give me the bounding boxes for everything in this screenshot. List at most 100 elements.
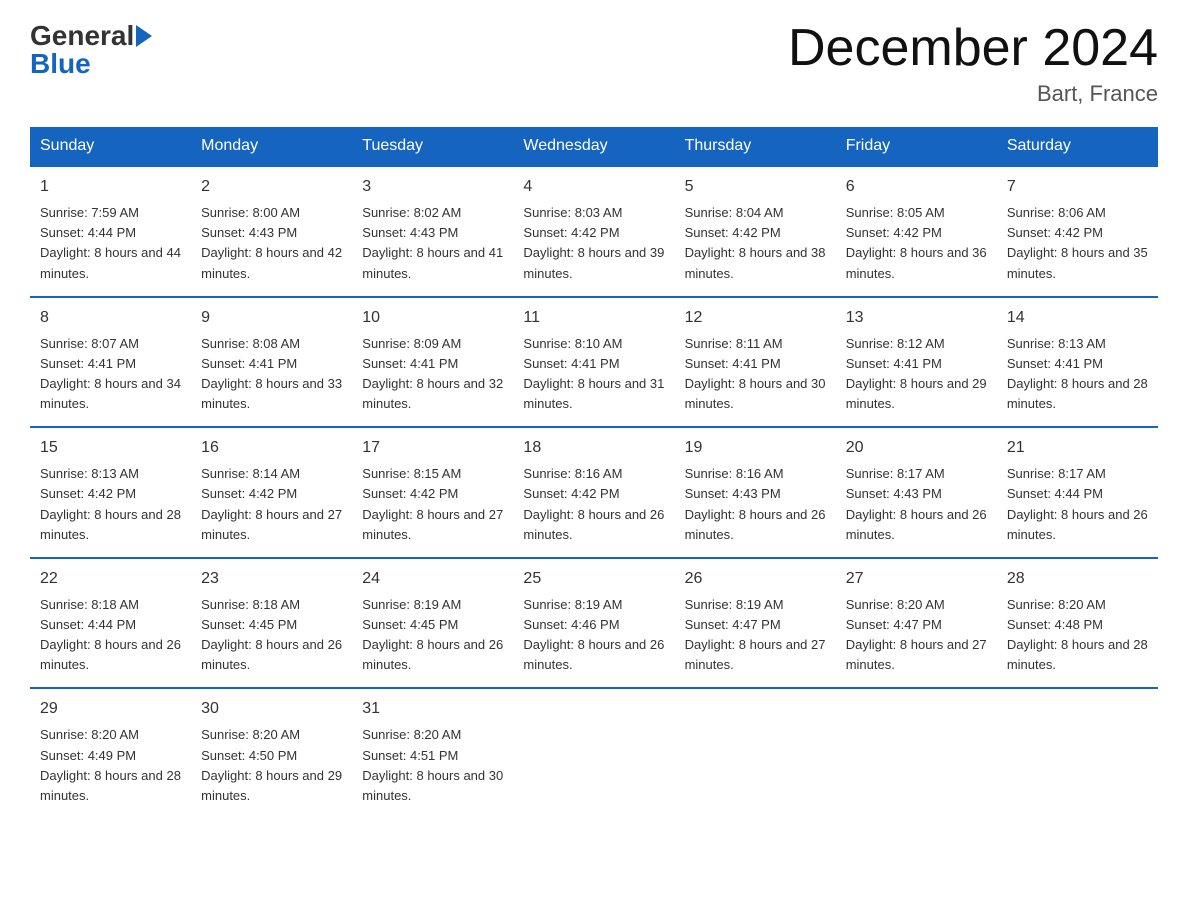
day-number: 18: [523, 436, 664, 460]
day-cell: [513, 688, 674, 818]
day-cell: 27 Sunrise: 8:20 AMSunset: 4:47 PMDayligh…: [836, 558, 997, 689]
week-row-1: 1 Sunrise: 7:59 AMSunset: 4:44 PMDaylight…: [30, 166, 1158, 297]
day-cell: 18 Sunrise: 8:16 AMSunset: 4:42 PMDayligh…: [513, 427, 674, 558]
day-cell: 10Sunrise: 8:09 AMSunset: 4:41 PMDayligh…: [352, 297, 513, 428]
calendar-table: SundayMondayTuesdayWednesdayThursdayFrid…: [30, 127, 1158, 818]
day-info: Sunrise: 8:20 AMSunset: 4:48 PMDaylight:…: [1007, 597, 1148, 672]
day-info: Sunrise: 8:05 AMSunset: 4:42 PMDaylight:…: [846, 205, 987, 280]
day-number: 20: [846, 436, 987, 460]
week-row-2: 8Sunrise: 8:07 AMSunset: 4:41 PMDaylight…: [30, 297, 1158, 428]
day-info: Sunrise: 8:03 AMSunset: 4:42 PMDaylight:…: [523, 205, 664, 280]
day-cell: 7Sunrise: 8:06 AMSunset: 4:42 PMDaylight…: [997, 166, 1158, 297]
day-info: Sunrise: 8:13 AMSunset: 4:41 PMDaylight:…: [1007, 336, 1148, 411]
day-number: 14: [1007, 306, 1148, 330]
header-saturday: Saturday: [997, 127, 1158, 166]
day-number: 22: [40, 567, 181, 591]
day-number: 15: [40, 436, 181, 460]
day-cell: 1 Sunrise: 7:59 AMSunset: 4:44 PMDaylight…: [30, 166, 191, 297]
day-info: Sunrise: 8:12 AMSunset: 4:41 PMDaylight:…: [846, 336, 987, 411]
day-cell: 26Sunrise: 8:19 AMSunset: 4:47 PMDayligh…: [675, 558, 836, 689]
day-info: Sunrise: 8:20 AMSunset: 4:49 PMDaylight:…: [40, 727, 181, 802]
day-info: Sunrise: 8:17 AMSunset: 4:44 PMDaylight:…: [1007, 466, 1148, 541]
day-number: 26: [685, 567, 826, 591]
day-info: Sunrise: 8:17 AMSunset: 4:43 PMDaylight:…: [846, 466, 987, 541]
day-cell: 3 Sunrise: 8:02 AMSunset: 4:43 PMDaylight…: [352, 166, 513, 297]
day-number: 1: [40, 175, 181, 199]
day-number: 3: [362, 175, 503, 199]
day-cell: 5 Sunrise: 8:04 AMSunset: 4:42 PMDaylight…: [675, 166, 836, 297]
day-cell: 17Sunrise: 8:15 AMSunset: 4:42 PMDayligh…: [352, 427, 513, 558]
logo-arrow-icon: [136, 25, 152, 47]
day-cell: 4 Sunrise: 8:03 AMSunset: 4:42 PMDaylight…: [513, 166, 674, 297]
day-cell: 12 Sunrise: 8:11 AMSunset: 4:41 PMDayligh…: [675, 297, 836, 428]
header-sunday: Sunday: [30, 127, 191, 166]
day-number: 13: [846, 306, 987, 330]
day-number: 27: [846, 567, 987, 591]
day-cell: 2Sunrise: 8:00 AMSunset: 4:43 PMDaylight…: [191, 166, 352, 297]
day-number: 16: [201, 436, 342, 460]
day-info: Sunrise: 8:08 AMSunset: 4:41 PMDaylight:…: [201, 336, 342, 411]
day-number: 9: [201, 306, 342, 330]
day-info: Sunrise: 8:09 AMSunset: 4:41 PMDaylight:…: [362, 336, 503, 411]
header-row: SundayMondayTuesdayWednesdayThursdayFrid…: [30, 127, 1158, 166]
day-number: 5: [685, 175, 826, 199]
page-header: General Blue December 2024 Bart, France: [30, 20, 1158, 107]
day-cell: 21 Sunrise: 8:17 AMSunset: 4:44 PMDayligh…: [997, 427, 1158, 558]
day-info: Sunrise: 8:16 AMSunset: 4:43 PMDaylight:…: [685, 466, 826, 541]
day-cell: 25Sunrise: 8:19 AMSunset: 4:46 PMDayligh…: [513, 558, 674, 689]
day-info: Sunrise: 8:07 AMSunset: 4:41 PMDaylight:…: [40, 336, 181, 411]
location: Bart, France: [788, 81, 1158, 107]
day-cell: [836, 688, 997, 818]
day-info: Sunrise: 8:04 AMSunset: 4:42 PMDaylight:…: [685, 205, 826, 280]
day-info: Sunrise: 8:02 AMSunset: 4:43 PMDaylight:…: [362, 205, 503, 280]
day-info: Sunrise: 8:20 AMSunset: 4:51 PMDaylight:…: [362, 727, 503, 802]
day-number: 19: [685, 436, 826, 460]
title-area: December 2024 Bart, France: [788, 20, 1158, 107]
day-cell: 16 Sunrise: 8:14 AMSunset: 4:42 PMDayligh…: [191, 427, 352, 558]
day-cell: 11 Sunrise: 8:10 AMSunset: 4:41 PMDayligh…: [513, 297, 674, 428]
day-number: 11: [523, 306, 664, 330]
day-info: Sunrise: 8:18 AMSunset: 4:45 PMDaylight:…: [201, 597, 342, 672]
day-info: Sunrise: 8:19 AMSunset: 4:46 PMDaylight:…: [523, 597, 664, 672]
day-number: 29: [40, 697, 181, 721]
day-info: Sunrise: 7:59 AMSunset: 4:44 PMDaylight:…: [40, 205, 181, 280]
day-cell: 24 Sunrise: 8:19 AMSunset: 4:45 PMDayligh…: [352, 558, 513, 689]
header-tuesday: Tuesday: [352, 127, 513, 166]
week-row-5: 29 Sunrise: 8:20 AMSunset: 4:49 PMDayligh…: [30, 688, 1158, 818]
header-wednesday: Wednesday: [513, 127, 674, 166]
week-row-4: 22 Sunrise: 8:18 AMSunset: 4:44 PMDayligh…: [30, 558, 1158, 689]
day-cell: 23 Sunrise: 8:18 AMSunset: 4:45 PMDayligh…: [191, 558, 352, 689]
day-cell: 6 Sunrise: 8:05 AMSunset: 4:42 PMDaylight…: [836, 166, 997, 297]
day-number: 21: [1007, 436, 1148, 460]
day-info: Sunrise: 8:19 AMSunset: 4:45 PMDaylight:…: [362, 597, 503, 672]
day-info: Sunrise: 8:16 AMSunset: 4:42 PMDaylight:…: [523, 466, 664, 541]
day-cell: 20 Sunrise: 8:17 AMSunset: 4:43 PMDayligh…: [836, 427, 997, 558]
day-info: Sunrise: 8:14 AMSunset: 4:42 PMDaylight:…: [201, 466, 342, 541]
day-number: 28: [1007, 567, 1148, 591]
day-cell: 9 Sunrise: 8:08 AMSunset: 4:41 PMDaylight…: [191, 297, 352, 428]
logo: General Blue: [30, 20, 154, 80]
month-title: December 2024: [788, 20, 1158, 77]
day-info: Sunrise: 8:13 AMSunset: 4:42 PMDaylight:…: [40, 466, 181, 541]
day-number: 31: [362, 697, 503, 721]
day-number: 24: [362, 567, 503, 591]
day-info: Sunrise: 8:15 AMSunset: 4:42 PMDaylight:…: [362, 466, 503, 541]
header-monday: Monday: [191, 127, 352, 166]
day-number: 12: [685, 306, 826, 330]
day-info: Sunrise: 8:10 AMSunset: 4:41 PMDaylight:…: [523, 336, 664, 411]
day-cell: 8Sunrise: 8:07 AMSunset: 4:41 PMDaylight…: [30, 297, 191, 428]
day-cell: [997, 688, 1158, 818]
day-info: Sunrise: 8:20 AMSunset: 4:47 PMDaylight:…: [846, 597, 987, 672]
day-number: 23: [201, 567, 342, 591]
day-number: 30: [201, 697, 342, 721]
day-info: Sunrise: 8:11 AMSunset: 4:41 PMDaylight:…: [685, 336, 826, 411]
day-number: 7: [1007, 175, 1148, 199]
day-cell: 13 Sunrise: 8:12 AMSunset: 4:41 PMDayligh…: [836, 297, 997, 428]
logo-line2: Blue: [30, 48, 154, 80]
header-thursday: Thursday: [675, 127, 836, 166]
day-number: 4: [523, 175, 664, 199]
day-info: Sunrise: 8:18 AMSunset: 4:44 PMDaylight:…: [40, 597, 181, 672]
day-number: 6: [846, 175, 987, 199]
day-cell: [675, 688, 836, 818]
day-number: 2: [201, 175, 342, 199]
